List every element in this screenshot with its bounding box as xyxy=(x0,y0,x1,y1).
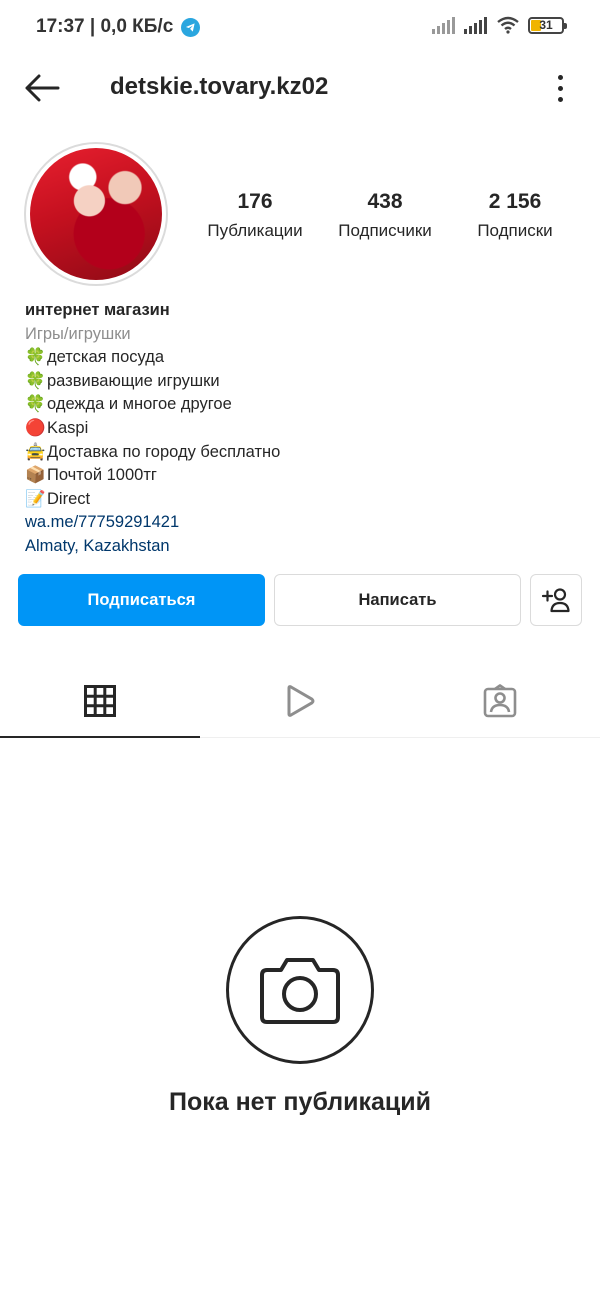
stat-value: 438 xyxy=(367,190,403,213)
status-right: 31 xyxy=(432,16,567,34)
battery-level: 31 xyxy=(539,18,553,32)
stat-followers[interactable]: 438 Подписчики xyxy=(320,190,450,250)
stat-value: 176 xyxy=(237,190,273,213)
add-person-icon xyxy=(541,588,570,613)
bio-text: одежда и многое другое xyxy=(47,395,232,414)
stat-following[interactable]: 2 156 Подписки xyxy=(450,190,580,250)
bio-line: 🍀одежда и многое другое xyxy=(25,393,585,417)
profile-category: Игры/игрушки xyxy=(25,324,131,343)
back-button[interactable] xyxy=(22,70,62,106)
tab-grid[interactable] xyxy=(0,664,200,738)
bio-line: 🍀детская посуда xyxy=(25,346,585,370)
bio-text: детская посуда xyxy=(47,348,165,367)
more-vertical-icon xyxy=(557,74,563,80)
tab-tagged[interactable] xyxy=(400,664,600,737)
bio-line: 🍀развивающие игрушки xyxy=(25,370,585,394)
profile-bio: интернет магазин Игры/игрушки 🍀детская п… xyxy=(25,299,585,559)
empty-state-icon-circle xyxy=(226,916,374,1064)
bio-text: Kaspi xyxy=(47,418,89,437)
stat-label: Подписчики xyxy=(338,221,432,240)
bio-text: Direct xyxy=(47,489,91,508)
arrow-left-icon xyxy=(25,74,60,102)
stat-label: Подписки xyxy=(477,221,553,240)
bio-location[interactable]: Almaty, Kazakhstan xyxy=(25,535,585,559)
bio-text: Почтой 1000тг xyxy=(47,466,157,485)
profile-stats: 176 Публикации 438 Подписчики 2 156 Подп… xyxy=(190,190,580,250)
stat-label: Публикации xyxy=(207,221,303,240)
status-time: 17:37 | 0,0 КБ/с xyxy=(36,16,174,37)
bio-emoji: 🍀 xyxy=(25,348,46,367)
camera-icon xyxy=(260,958,340,1024)
bio-text: развивающие игрушки xyxy=(47,371,220,390)
status-left: 17:37 | 0,0 КБ/с xyxy=(36,16,201,38)
bio-line: 🔴Kaspi xyxy=(25,417,585,441)
empty-state-text: Пока нет публикаций xyxy=(168,1088,432,1116)
message-button[interactable]: Написать xyxy=(274,574,521,626)
bio-link[interactable]: wa.me/77759291421 xyxy=(25,511,585,535)
bio-emoji: 📦 xyxy=(25,466,46,485)
wifi-icon xyxy=(497,16,519,34)
battery-icon: 31 xyxy=(528,16,567,34)
stat-posts[interactable]: 176 Публикации xyxy=(190,190,320,250)
bio-emoji: 🔴 xyxy=(25,418,46,437)
bio-emoji: 🍀 xyxy=(25,371,46,390)
tagged-user-icon xyxy=(483,683,517,717)
signal-icon xyxy=(432,17,455,34)
avatar[interactable] xyxy=(24,142,168,286)
avatar-image xyxy=(30,148,162,280)
bio-text: Доставка по городу бесплатно xyxy=(47,442,281,461)
status-bar: 17:37 | 0,0 КБ/с 31 xyxy=(0,0,600,56)
suggested-accounts-button[interactable] xyxy=(530,574,582,626)
profile-username: detskie.tovary.kz02 xyxy=(110,73,329,100)
bio-emoji: 📝 xyxy=(25,489,46,508)
tab-reels[interactable] xyxy=(200,664,400,737)
grid-icon xyxy=(84,684,116,717)
follow-button[interactable]: Подписаться xyxy=(18,574,265,626)
bio-line: 📝Direct xyxy=(25,488,585,512)
bio-line: 📦Почтой 1000тг xyxy=(25,464,585,488)
bio-line: 🚖Доставка по городу бесплатно xyxy=(25,441,585,465)
bio-emoji: 🚖 xyxy=(25,442,46,461)
stat-value: 2 156 xyxy=(488,190,542,213)
play-icon xyxy=(287,684,315,717)
telegram-icon xyxy=(181,17,201,37)
bio-emoji: 🍀 xyxy=(25,395,46,414)
more-options-button[interactable] xyxy=(550,70,570,106)
profile-tabs xyxy=(0,664,600,738)
profile-header: detskie.tovary.kz02 xyxy=(0,56,600,120)
signal-icon xyxy=(464,17,487,34)
profile-name: интернет магазин xyxy=(25,301,170,319)
